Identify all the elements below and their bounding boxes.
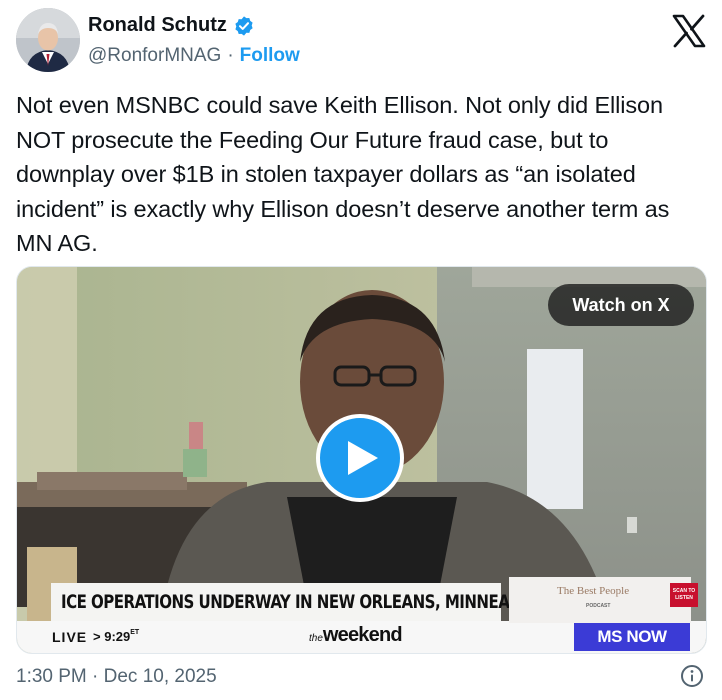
author-name[interactable]: Ronald Schutz [88,14,227,37]
avatar-photo [16,8,80,72]
x-logo-icon[interactable] [672,14,706,48]
tweet-text: Not even MSNBC could save Keith Ellison.… [16,92,670,256]
show-logo: theweekend [309,624,403,647]
author-handle[interactable]: @RonforMNAG [88,45,221,67]
promo-subtitle: PODCAST [586,603,611,609]
broadcast-time: > 9:29ET [93,629,140,644]
verified-badge-icon [235,15,253,36]
show-logo-name: weekend [322,624,403,646]
watch-on-x-button[interactable]: Watch on X [548,284,694,326]
live-label: LIVE [52,629,88,645]
separator-dot: · [227,45,234,66]
broadcast-time-value: 9:29 [104,629,131,644]
play-icon [348,441,378,475]
author-avatar[interactable] [16,8,80,72]
time-zone: ET [130,629,140,636]
scan-to-listen-badge: SCAN TO LISTEN [670,583,698,607]
headline-text: ICE OPERATIONS UNDERWAY IN NEW ORLEANS, … [61,591,557,613]
promo-title: The Best People [557,585,630,597]
network-logo: MS NOW [574,623,690,651]
tweet-timestamp[interactable]: 1:30 PM · Dec 10, 2025 [16,666,217,688]
show-logo-the: the [309,633,323,644]
follow-button[interactable]: Follow [240,45,300,67]
tweet-video[interactable]: Watch on X ICE OPERATIONS UNDERWAY IN NE… [16,266,707,654]
info-icon[interactable] [680,664,704,688]
play-button[interactable] [316,414,404,502]
broadcast-headline: ICE OPERATIONS UNDERWAY IN NEW ORLEANS, … [51,583,557,621]
podcast-promo [509,577,691,623]
